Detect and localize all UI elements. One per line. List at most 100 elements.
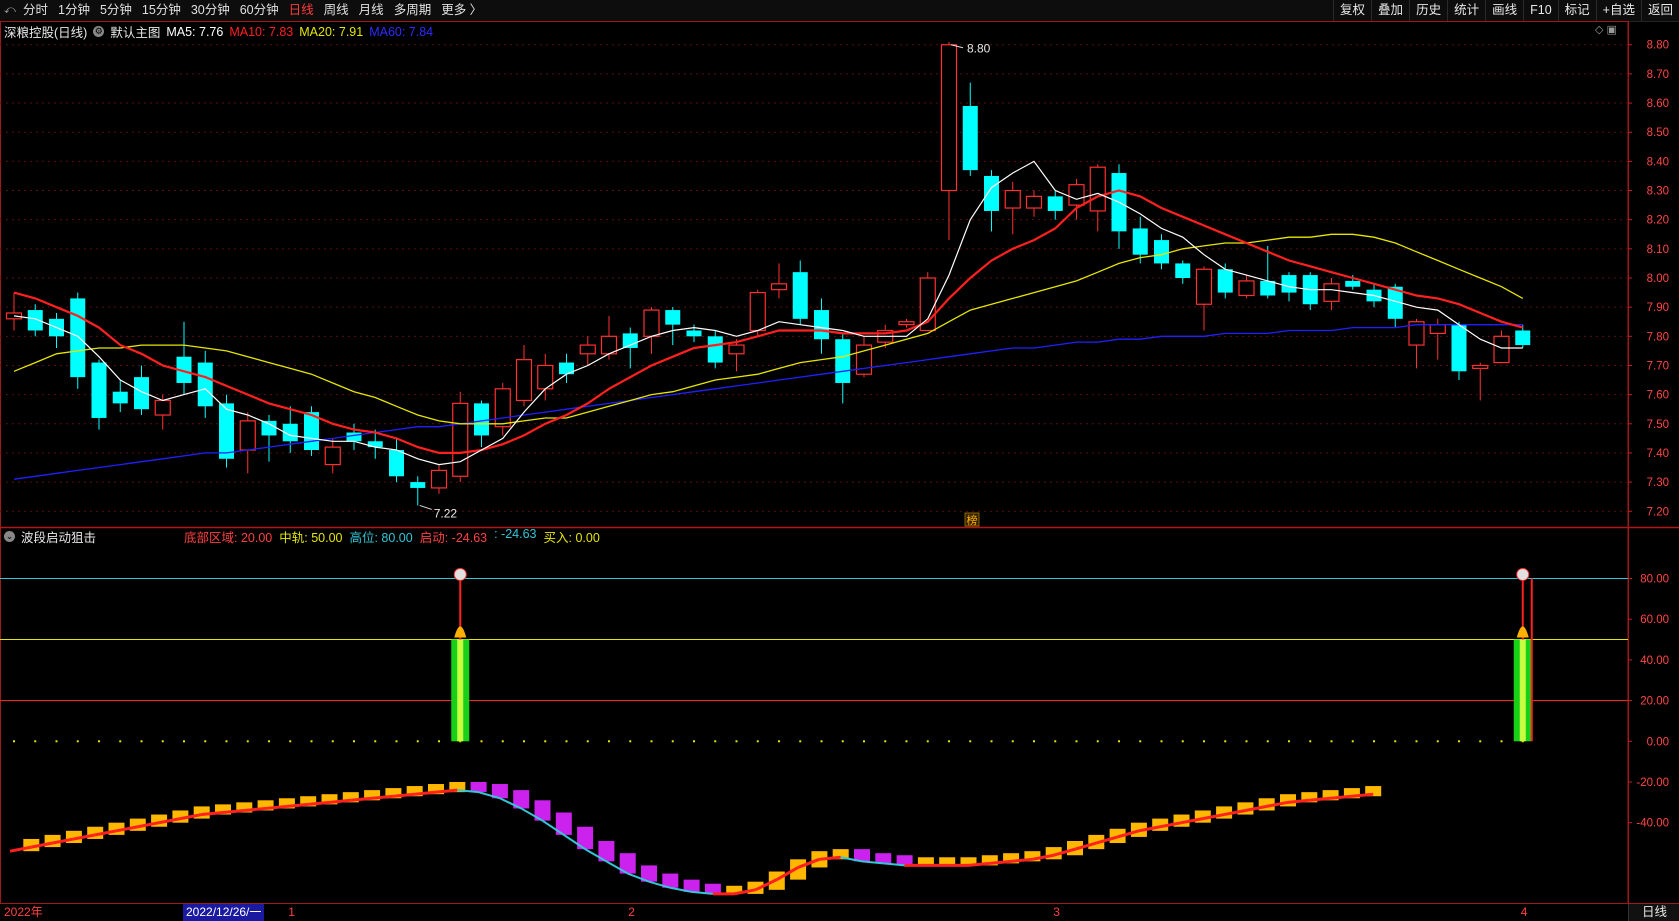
zero-dot xyxy=(438,740,440,743)
indicator-curve xyxy=(329,798,351,804)
main-y-label-11: 7.70 xyxy=(1647,360,1669,372)
zero-dot xyxy=(416,740,419,743)
ind-y-label-6: -40.00 xyxy=(1636,818,1669,830)
high-marker-label: 8.80 xyxy=(967,42,991,56)
rank-badge-text: 榜 xyxy=(967,513,978,527)
period-indicator[interactable]: 日线 xyxy=(1628,904,1679,921)
candle-up xyxy=(643,309,660,337)
zero-dot xyxy=(98,740,100,743)
candle-up xyxy=(494,388,511,428)
month-label-0: 1 xyxy=(288,905,295,919)
candle-down xyxy=(707,336,723,363)
low-marker-arrow xyxy=(419,504,432,510)
indicator-curve xyxy=(989,859,1012,865)
main-y-label-9: 7.90 xyxy=(1647,302,1669,314)
ind-y-label-3: 20.00 xyxy=(1640,696,1669,708)
zero-dot xyxy=(34,740,37,743)
zero-dot xyxy=(969,740,972,743)
candle-up xyxy=(1068,184,1085,206)
candle-down xyxy=(112,391,128,404)
indicator-curve xyxy=(1287,798,1310,804)
candle-up xyxy=(1493,335,1510,364)
candle-up xyxy=(154,399,171,416)
indicator-curve xyxy=(222,808,245,815)
ma60-line xyxy=(13,324,1523,480)
zero-dot xyxy=(799,740,802,743)
candle-down xyxy=(389,450,404,477)
candle-up xyxy=(324,446,341,466)
zero-dot xyxy=(1224,740,1227,743)
candle-up xyxy=(1238,280,1255,297)
candle-down xyxy=(219,403,234,459)
low-marker-label: 7.22 xyxy=(434,506,458,520)
signal-flame-icon xyxy=(454,626,467,638)
zero-dot xyxy=(1118,740,1120,743)
candle-down xyxy=(474,403,489,436)
zero-dot xyxy=(55,740,58,743)
zero-dot xyxy=(1075,740,1078,743)
zero-dot xyxy=(1266,740,1269,743)
candle-down xyxy=(792,272,808,319)
main-y-label-2: 8.60 xyxy=(1647,98,1669,110)
indicator-curve xyxy=(371,794,394,800)
zero-dot xyxy=(501,740,504,743)
zero-dot xyxy=(1500,740,1503,743)
ma5-line xyxy=(13,160,1523,466)
zero-dot xyxy=(884,740,887,743)
candle-down xyxy=(70,298,86,378)
zero-dot xyxy=(629,740,632,743)
zero-dot xyxy=(778,740,780,743)
zero-dot xyxy=(395,740,398,743)
candle-down xyxy=(261,420,277,436)
zero-dot xyxy=(204,740,207,743)
indicator-curve xyxy=(201,811,224,817)
zero-dot xyxy=(246,740,249,743)
month-label-3: 4 xyxy=(1520,905,1528,919)
zero-dot xyxy=(1458,740,1460,743)
zero-dot xyxy=(608,740,610,743)
zero-dot xyxy=(1096,740,1099,743)
chart-canvas[interactable]: 8.80 8.70 8.60 8.50 8.40 8.30 8.20 8.10 8.00 7.90… xyxy=(0,0,1679,921)
zero-dot xyxy=(76,740,79,743)
main-y-label-4: 8.40 xyxy=(1647,156,1669,168)
candle-down xyxy=(1154,240,1169,264)
main-y-label-15: 7.30 xyxy=(1647,477,1669,489)
candle-down xyxy=(835,339,851,383)
indicator-curve xyxy=(244,806,266,812)
zero-dot xyxy=(756,740,759,743)
ind-y-label-4: 0.00 xyxy=(1647,736,1669,748)
ind-y-label-1: 60.00 xyxy=(1640,614,1669,626)
zero-dot xyxy=(289,740,292,743)
zero-dot xyxy=(1309,740,1312,743)
ind-y-label-0: 80.00 xyxy=(1640,574,1669,586)
main-y-label-7: 8.10 xyxy=(1647,244,1669,256)
zero-dot xyxy=(905,740,908,743)
signal-ball-icon xyxy=(1516,567,1530,581)
candle-down xyxy=(197,362,213,407)
zero-dot xyxy=(1011,740,1014,743)
zero-dot xyxy=(268,740,270,743)
zero-dot xyxy=(1415,740,1418,743)
zero-dot xyxy=(1203,740,1205,743)
month-label-1: 2 xyxy=(628,905,635,919)
candle-up xyxy=(749,291,766,332)
cursor-date: 2022/12/26/一 xyxy=(183,904,265,921)
candle-up xyxy=(898,321,915,326)
indicator-curve xyxy=(308,800,330,806)
ind-y-label-2: 40.00 xyxy=(1640,655,1669,667)
main-y-label-5: 8.30 xyxy=(1647,186,1669,198)
candle-up xyxy=(940,44,958,192)
indicator-curve xyxy=(968,861,990,867)
candle-up xyxy=(1004,189,1021,209)
candle-down xyxy=(686,330,702,337)
indicator-curve xyxy=(1351,792,1374,798)
zero-dot xyxy=(948,740,950,743)
month-label-2: 3 xyxy=(1053,905,1060,919)
zero-dot xyxy=(119,740,122,743)
main-y-label-16: 7.20 xyxy=(1647,506,1669,518)
candle-down xyxy=(346,432,362,442)
zero-dot xyxy=(1394,740,1397,743)
signal-bar-highlight xyxy=(457,639,464,742)
candle-down xyxy=(1217,269,1233,293)
zero-dot xyxy=(1373,740,1375,743)
